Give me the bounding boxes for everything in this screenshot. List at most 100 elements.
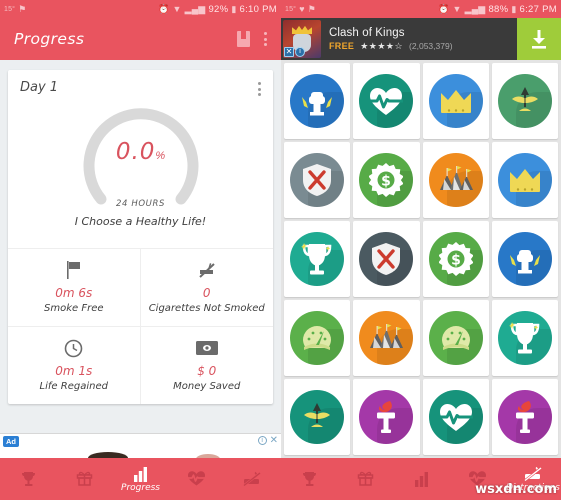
badge-cell[interactable] bbox=[284, 142, 351, 218]
stat-value: $ 0 bbox=[197, 364, 217, 378]
battery-icon: ▮ bbox=[511, 3, 517, 14]
badge-cell[interactable]: $ bbox=[422, 221, 489, 297]
flag-icon bbox=[14, 259, 134, 281]
badge-cell[interactable] bbox=[422, 142, 489, 218]
nav-item-health[interactable] bbox=[169, 458, 225, 500]
badge-cell[interactable] bbox=[491, 63, 558, 139]
badge-cell[interactable] bbox=[422, 300, 489, 376]
stat-value: 0m 1s bbox=[55, 364, 93, 378]
fist-icon bbox=[497, 232, 552, 286]
nav-item-progress[interactable]: Progress bbox=[112, 458, 168, 500]
alarm-icon: ⏰ bbox=[158, 3, 170, 14]
badge-cell[interactable] bbox=[491, 379, 558, 455]
stat-cigarettes-not-smoked[interactable]: 0 Cigarettes Not Smoked bbox=[140, 249, 273, 327]
info-icon[interactable]: i bbox=[257, 436, 267, 445]
flag-icon: ⚑ bbox=[18, 3, 27, 14]
stat-money-saved[interactable]: $ 0 Money Saved bbox=[141, 327, 274, 404]
svg-text:$: $ bbox=[451, 253, 461, 269]
ad-title: Clash of Kings bbox=[329, 26, 405, 39]
ad-controls: i ✕ bbox=[257, 436, 278, 446]
ad-rating-count: (2,053,379) bbox=[409, 41, 453, 51]
badge-cell[interactable] bbox=[353, 63, 420, 139]
status-bar-left-group: 15° ♥ ⚑ bbox=[285, 3, 317, 14]
shield-x-icon bbox=[359, 232, 414, 286]
flag-icon: ⚑ bbox=[307, 3, 317, 14]
clock-label: 6:10 PM bbox=[239, 3, 277, 15]
ad-badge: Ad bbox=[3, 436, 19, 447]
progress-ring: 0.0% 24 HOURS bbox=[71, 87, 211, 211]
trophy-icon bbox=[290, 232, 345, 286]
card-overflow-menu-icon[interactable] bbox=[258, 82, 261, 96]
heartbeat-icon bbox=[428, 390, 483, 444]
trophy-icon bbox=[497, 311, 552, 365]
ad-price: FREE bbox=[329, 41, 355, 51]
ad-image-peek bbox=[0, 450, 281, 458]
battery-icon: ▮ bbox=[231, 3, 237, 14]
progress-value-group: 0.0% bbox=[71, 139, 211, 165]
book-icon[interactable] bbox=[237, 31, 250, 47]
close-icon[interactable]: ✕ bbox=[284, 47, 294, 57]
watermark: wsxdn.com bbox=[475, 482, 557, 497]
money-icon bbox=[147, 337, 268, 359]
nav-item-distractions[interactable] bbox=[225, 458, 281, 500]
badge-cell[interactable] bbox=[422, 379, 489, 455]
plant-icon bbox=[497, 74, 552, 128]
bottom-nav-left: Progress bbox=[0, 458, 281, 500]
ad-subtitle-row: FREE ★★★★☆ (2,053,379) bbox=[329, 41, 517, 52]
gear-money-icon: $ bbox=[359, 153, 414, 207]
nav-item-trophy[interactable] bbox=[281, 458, 337, 500]
badge-cell[interactable] bbox=[353, 300, 420, 376]
torch-icon bbox=[497, 390, 552, 444]
nav-item-progress[interactable] bbox=[393, 458, 449, 500]
stat-label: Money Saved bbox=[173, 381, 241, 392]
badge-cell[interactable] bbox=[353, 379, 420, 455]
badge-cell[interactable] bbox=[284, 379, 351, 455]
stat-life-regained[interactable]: 0m 1s Life Regained bbox=[8, 327, 141, 404]
overflow-menu-icon[interactable] bbox=[264, 32, 267, 46]
badge-cell[interactable] bbox=[491, 221, 558, 297]
temperature-indicator: 15° bbox=[4, 5, 16, 13]
badge-cell[interactable]: $ bbox=[353, 142, 420, 218]
no-smoking-icon bbox=[523, 465, 544, 482]
crown-icon bbox=[497, 153, 552, 207]
badge-grid: $ $ bbox=[281, 60, 561, 458]
badge-cell[interactable] bbox=[353, 221, 420, 297]
app-icon: ✕ i bbox=[283, 20, 321, 58]
status-bar-right-group: ⏰ ▼ ▂▄▆ 88% ▮ 6:27 PM bbox=[438, 4, 557, 15]
badge-cell[interactable] bbox=[491, 300, 558, 376]
svg-text:$: $ bbox=[382, 174, 392, 190]
play-store-ad-banner[interactable]: ✕ i Clash of Kings FREE ★★★★☆ (2,053,379… bbox=[281, 18, 561, 60]
progress-card-header: Day 1 0.0% 24 HOURS I Choose a Healthy L… bbox=[8, 70, 273, 248]
stat-smoke-free[interactable]: 0m 6s Smoke Free bbox=[8, 249, 141, 327]
heartbeat-icon bbox=[359, 74, 414, 128]
status-bar-left: 15° ⚑ ⏰ ▼ ▂▄▆ 92% ▮ 6:10 PM bbox=[0, 0, 281, 18]
nav-item-trophy[interactable] bbox=[0, 458, 56, 500]
signal-icon: ▂▄▆ bbox=[184, 3, 206, 14]
heartbeat-icon bbox=[187, 470, 206, 487]
nav-item-gift[interactable] bbox=[56, 458, 112, 500]
signal-icon: ▂▄▆ bbox=[464, 3, 486, 14]
ad-text-group: Clash of Kings FREE ★★★★☆ (2,053,379) bbox=[321, 27, 517, 52]
info-icon[interactable]: i bbox=[295, 47, 305, 57]
app-bar: Progress bbox=[0, 18, 281, 60]
gauge-icon bbox=[290, 311, 345, 365]
gauge-icon bbox=[428, 311, 483, 365]
nav-item-gift[interactable] bbox=[337, 458, 393, 500]
download-icon[interactable] bbox=[517, 18, 561, 60]
shield-x-icon bbox=[290, 153, 345, 207]
left-phone-screen: 15° ⚑ ⏰ ▼ ▂▄▆ 92% ▮ 6:10 PM Progress Day… bbox=[0, 0, 281, 500]
badge-cell[interactable] bbox=[284, 300, 351, 376]
stat-label: Smoke Free bbox=[44, 303, 104, 314]
screenshot-root: 15° ⚑ ⏰ ▼ ▂▄▆ 92% ▮ 6:10 PM Progress Day… bbox=[0, 0, 561, 500]
page-title: Progress bbox=[14, 30, 85, 48]
right-phone-screen: 15° ♥ ⚑ ⏰ ▼ ▂▄▆ 88% ▮ 6:27 PM ✕ i Clash … bbox=[281, 0, 561, 500]
badge-cell[interactable] bbox=[422, 63, 489, 139]
no-smoking-icon bbox=[147, 259, 268, 281]
clock-icon bbox=[14, 337, 134, 359]
stat-value: 0 bbox=[202, 286, 211, 300]
badge-cell[interactable] bbox=[284, 63, 351, 139]
badge-cell[interactable] bbox=[491, 142, 558, 218]
badge-cell[interactable] bbox=[284, 221, 351, 297]
close-icon[interactable]: ✕ bbox=[270, 436, 278, 446]
mountains-icon bbox=[359, 311, 414, 365]
